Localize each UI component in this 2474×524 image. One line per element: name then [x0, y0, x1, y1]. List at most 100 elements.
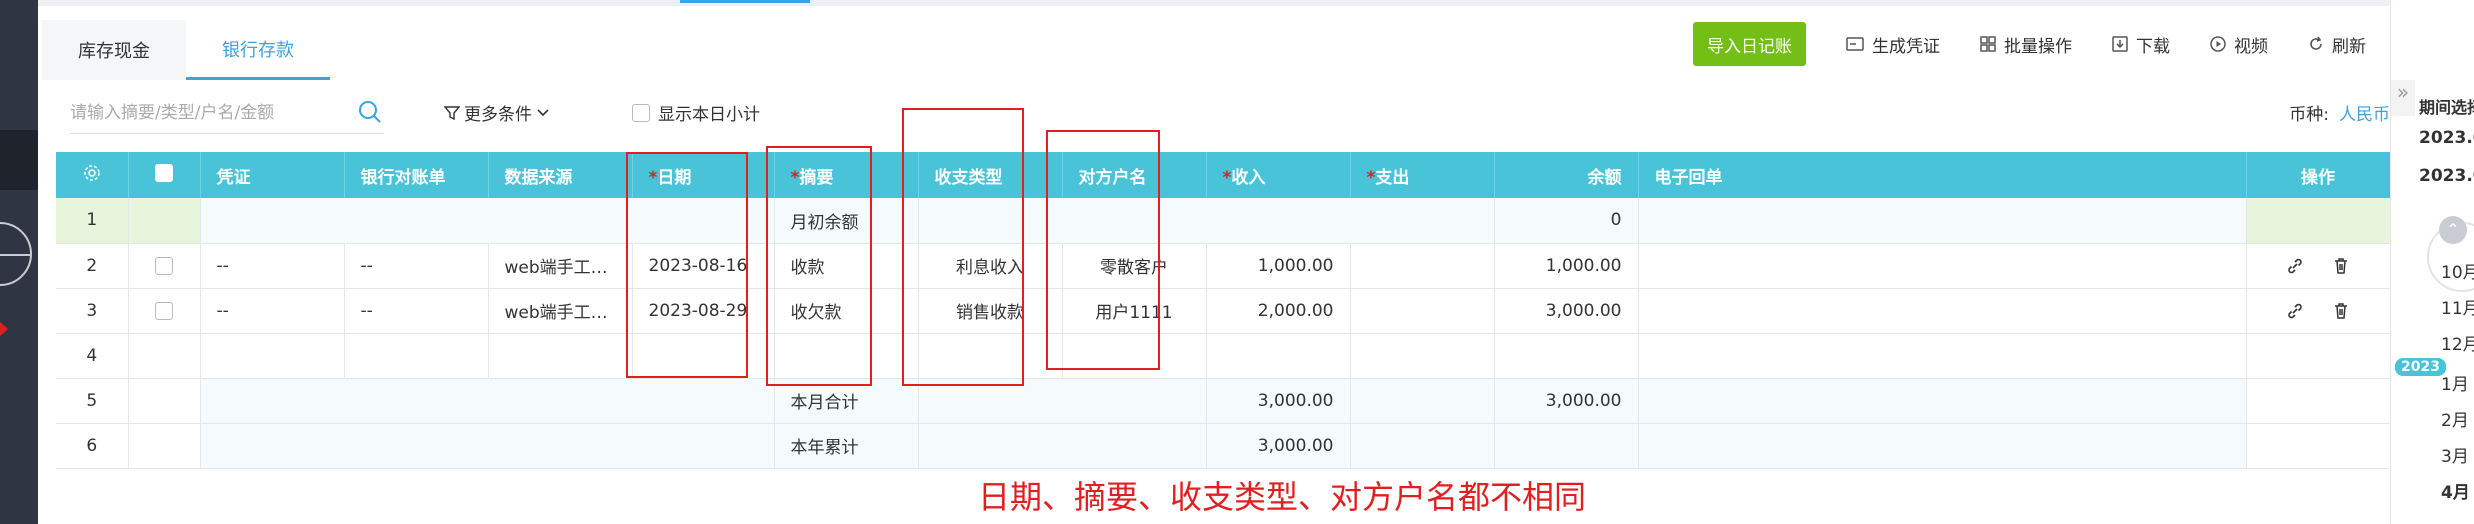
source-cell[interactable]: web端手工录入: [488, 243, 633, 289]
voucher-cell[interactable]: [200, 333, 345, 379]
play-icon: [2210, 36, 2226, 52]
scroll-up-icon[interactable]: ⌃: [2439, 216, 2467, 244]
video-button[interactable]: 视频: [2210, 32, 2268, 57]
refresh-button[interactable]: 刷新: [2308, 32, 2366, 57]
expense-cell[interactable]: [1350, 333, 1495, 379]
row-checkbox[interactable]: [155, 256, 173, 275]
gear-icon[interactable]: [83, 164, 101, 182]
source-cell[interactable]: web端手工录入: [488, 288, 633, 334]
import-journal-button[interactable]: 导入日记账: [1693, 22, 1806, 66]
receipt-cell[interactable]: [1638, 288, 2247, 334]
row-number: 2: [56, 243, 129, 289]
empty-cell: [200, 423, 775, 469]
voucher-cell[interactable]: --: [200, 288, 345, 334]
table-row: 6 本年累计 3,000.00: [56, 423, 2391, 469]
download-button[interactable]: 下载: [2112, 32, 2170, 57]
row-number: 4: [56, 333, 129, 379]
balance-cell: 0: [1494, 198, 1639, 244]
receipt-cell[interactable]: [1638, 333, 2247, 379]
daily-subtotal-checkbox[interactable]: [632, 103, 650, 122]
row-checkbox-cell: [128, 198, 201, 244]
income-cell[interactable]: 1,000.00: [1206, 243, 1351, 289]
statement-cell[interactable]: --: [344, 288, 489, 334]
link-icon[interactable]: [2285, 256, 2305, 276]
video-label: 视频: [2234, 36, 2268, 57]
receipt-cell[interactable]: [1638, 243, 2247, 289]
select-all-header[interactable]: [128, 152, 201, 198]
daily-subtotal-toggle[interactable]: 显示本日小计: [632, 100, 760, 125]
column-header-actions: 操作: [2246, 152, 2391, 198]
currency-value[interactable]: 人民币: [2339, 105, 2390, 125]
receipt-cell: [1638, 423, 2247, 469]
balance-cell: 3,000.00: [1494, 288, 1639, 334]
column-header-income: *收入: [1206, 152, 1351, 198]
month-option[interactable]: 10月: [2441, 258, 2474, 283]
top-tab-indicator: [680, 0, 810, 3]
select-all-checkbox[interactable]: [155, 163, 173, 182]
month-option[interactable]: 3月: [2441, 442, 2469, 467]
period-label: 期间选择: [2419, 98, 2474, 117]
table-row: 1 月初余额 0: [56, 198, 2391, 244]
balance-cell: 3,000.00: [1494, 378, 1639, 424]
actions-cell: [2246, 378, 2391, 424]
month-option-selected[interactable]: 4月: [2441, 478, 2470, 503]
row-checkbox-cell: [128, 378, 201, 424]
annotation-text: 日期、摘要、收支类型、对方户名都不相同: [978, 478, 1587, 516]
collapse-panel-button[interactable]: »: [2391, 80, 2415, 116]
row-number: 6: [56, 423, 129, 469]
table-row[interactable]: 3 -- -- web端手工录入 2023-08-29 收欠款 销售收款 用户1…: [56, 288, 2391, 334]
statement-cell[interactable]: [344, 333, 489, 379]
generate-voucher-button[interactable]: 生成凭证: [1846, 32, 1940, 57]
income-cell: 3,000.00: [1206, 378, 1351, 424]
table-row[interactable]: 4: [56, 333, 2391, 379]
delete-icon[interactable]: [2331, 301, 2351, 321]
expense-cell: [1350, 378, 1495, 424]
column-header-voucher: 凭证: [200, 152, 345, 198]
table-row[interactable]: 2 -- -- web端手工录入 2023-08-16 收款 利息收入 零散客户…: [56, 243, 2391, 289]
actions-cell: [2246, 423, 2391, 469]
link-icon[interactable]: [2285, 301, 2305, 321]
highlight-party-column: [1046, 130, 1160, 370]
toolbar: 导入日记账 生成凭证 批量操作 下载 视频 刷新: [1693, 22, 2366, 66]
batch-operation-button[interactable]: 批量操作: [1980, 32, 2072, 57]
expense-cell: [1350, 423, 1495, 469]
tab-cash[interactable]: 库存现金: [42, 20, 186, 80]
month-option[interactable]: 11月: [2441, 294, 2474, 319]
empty-cell: [200, 378, 775, 424]
tab-bar: 库存现金 银行存款: [42, 20, 330, 80]
actions-cell: [2246, 198, 2391, 244]
month-option[interactable]: 12月: [2441, 330, 2474, 355]
income-cell[interactable]: [1206, 333, 1351, 379]
month-option[interactable]: 1月: [2441, 370, 2469, 395]
batch-operation-label: 批量操作: [2004, 36, 2072, 57]
settings-column-header[interactable]: [56, 152, 129, 198]
statement-cell[interactable]: --: [344, 243, 489, 289]
balance-cell: 1,000.00: [1494, 243, 1639, 289]
period-start-date[interactable]: 2023.0: [2419, 128, 2474, 148]
highlight-summary-column: [766, 146, 872, 386]
expense-cell[interactable]: [1350, 243, 1495, 289]
row-number: 1: [56, 198, 129, 244]
row-number: 3: [56, 288, 129, 334]
month-option[interactable]: 2月: [2441, 406, 2469, 431]
row-number: 5: [56, 378, 129, 424]
voucher-cell[interactable]: --: [200, 243, 345, 289]
search-icon[interactable]: [356, 98, 384, 126]
summary-cell: 本年累计: [774, 423, 919, 469]
more-conditions-dropdown[interactable]: 更多条件: [444, 100, 550, 125]
row-checkbox[interactable]: [155, 301, 173, 320]
period-end-date[interactable]: 2023.0: [2419, 166, 2474, 186]
generate-voucher-label: 生成凭证: [1872, 36, 1940, 57]
search-input[interactable]: [70, 94, 340, 132]
download-icon: [2112, 36, 2128, 52]
source-cell[interactable]: [488, 333, 633, 379]
column-header-expense: *支出: [1350, 152, 1495, 198]
income-cell[interactable]: 2,000.00: [1206, 288, 1351, 334]
row-checkbox-cell: [128, 333, 201, 379]
sidebar-collapse-button[interactable]: [0, 222, 32, 286]
tab-bank-deposit[interactable]: 银行存款: [186, 20, 330, 80]
voucher-icon: [1846, 37, 1864, 51]
expense-cell[interactable]: [1350, 288, 1495, 334]
delete-icon[interactable]: [2331, 256, 2351, 276]
search-box: [70, 94, 384, 134]
